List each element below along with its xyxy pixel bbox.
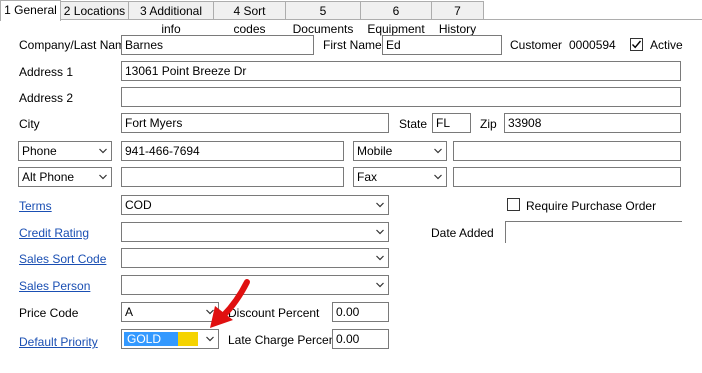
date-added-field[interactable] [505,221,682,243]
sales-person-link[interactable]: Sales Person [19,279,90,293]
alt-phone-input[interactable] [121,167,344,187]
terms-link[interactable]: Terms [19,199,52,213]
date-added-label: Date Added [431,226,494,240]
late-charge-percent-label: Late Charge Percent [228,333,339,347]
tab-locations[interactable]: 2 Locations [60,1,129,19]
state-input[interactable]: FL [432,113,471,133]
require-po-checkbox[interactable] [507,198,520,211]
mobile-type-value: Mobile [357,144,393,158]
fax-type-value: Fax [357,170,378,184]
discount-percent-input[interactable]: 0.00 [332,302,389,322]
first-name-input[interactable]: Ed [382,35,502,55]
address1-label: Address 1 [19,65,74,79]
price-code-label: Price Code [19,306,79,320]
address2-input[interactable] [121,87,681,107]
fax-input[interactable] [453,167,681,187]
chevron-down-icon [376,282,384,288]
tab-general[interactable]: 1 General [0,0,61,21]
default-priority-link[interactable]: Default Priority [19,335,98,349]
alt-phone-type-value: Alt Phone [22,170,75,184]
chevron-down-icon [99,148,107,154]
terms-select[interactable]: COD [121,195,389,215]
first-name-label: First Name [323,38,382,52]
price-code-value: A [125,305,134,319]
late-charge-percent-input[interactable]: 0.00 [332,329,389,349]
company-last-name-label: Company/Last Name [19,38,132,52]
terms-value: COD [125,198,152,212]
mobile-type-select[interactable]: Mobile [353,141,447,161]
phone-type-select[interactable]: Phone [18,141,112,161]
chevron-down-icon [376,229,384,235]
city-label: City [19,117,40,131]
credit-rating-link[interactable]: Credit Rating [19,226,89,240]
chevron-down-icon [376,202,384,208]
tab-equipment[interactable]: 6 Equipment [360,1,432,36]
tab-divider [0,19,702,20]
sales-sort-code-select[interactable] [121,248,389,268]
phone-type-value: Phone [22,144,57,158]
chevron-down-icon [99,174,107,180]
sales-sort-code-link[interactable]: Sales Sort Code [19,252,106,266]
tab-additional-info[interactable]: 3 Additional info [128,1,214,36]
tab-documents[interactable]: 5 Documents [285,1,361,36]
tab-sort-codes[interactable]: 4 Sort codes [213,1,286,36]
credit-rating-select[interactable] [121,222,389,242]
chevron-down-icon [206,336,214,342]
customer-number: 0000594 [569,38,616,52]
red-arrow-icon [210,279,250,328]
phone-input[interactable]: 941-466-7694 [121,141,344,161]
zip-label: Zip [480,117,497,131]
city-input[interactable]: Fort Myers [121,113,389,133]
chevron-down-icon [434,174,442,180]
address1-input[interactable]: 13061 Point Breeze Dr [121,61,681,81]
require-po-label: Require Purchase Order [526,199,657,213]
tab-strip: 1 General 2 Locations 3 Additional info … [0,0,702,36]
chevron-down-icon [434,148,442,154]
fax-type-select[interactable]: Fax [353,167,447,187]
customer-label: Customer [510,38,563,52]
active-checkbox[interactable] [630,38,643,51]
checkmark-icon [631,40,642,49]
active-label: Active [650,38,683,52]
zip-input[interactable]: 33908 [504,113,681,133]
company-last-name-input[interactable]: Barnes [121,35,314,55]
default-priority-value: GOLD [127,332,162,346]
alt-phone-type-select[interactable]: Alt Phone [18,167,112,187]
priority-color-swatch [178,332,198,346]
state-label: State [399,117,428,131]
address2-label: Address 2 [19,91,74,105]
chevron-down-icon [376,255,384,261]
tab-history[interactable]: 7 History [431,1,484,36]
mobile-input[interactable] [453,141,681,161]
